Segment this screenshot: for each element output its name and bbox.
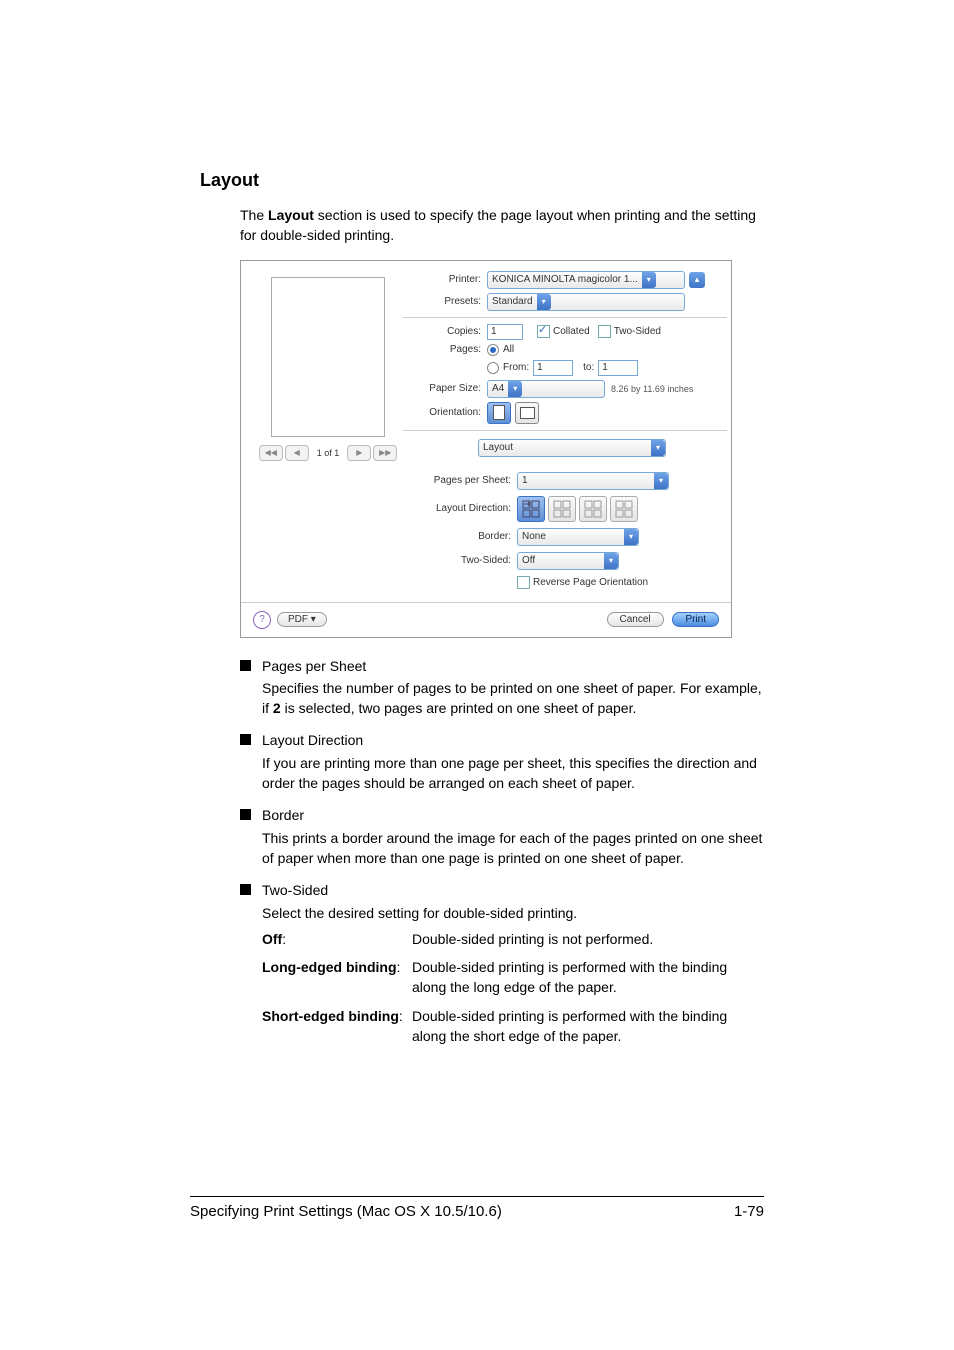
orientation-landscape-button[interactable] (515, 402, 539, 424)
printer-status-button[interactable]: ▴ (689, 272, 705, 288)
two-sided-chk-label: Two-Sided (614, 326, 661, 337)
chevron-down-icon: ▾ (624, 529, 638, 545)
def-off-term: Off: (262, 929, 412, 949)
paper-size-value: A4 (488, 383, 508, 394)
bullet-text: is selected, two pages are printed on on… (281, 700, 637, 716)
printer-label: Printer: (409, 274, 487, 285)
layout-direction-label: Layout Direction: (409, 503, 517, 514)
portrait-icon (493, 405, 505, 420)
pager-last-button[interactable]: ▶▶ (373, 445, 397, 461)
bullet-text: This prints a border around the image fo… (262, 830, 762, 866)
two-sided-checkbox[interactable] (598, 325, 611, 338)
chevron-down-icon: ▾ (604, 553, 618, 569)
reverse-orientation-label: Reverse Page Orientation (533, 577, 648, 588)
presets-value: Standard (488, 296, 537, 307)
layout-dir-icon (553, 500, 571, 518)
def-long-term: Long-edged binding: (262, 957, 412, 998)
panel-value: Layout (479, 442, 651, 453)
two-sided-value: Off (518, 555, 604, 566)
bullet-head: Border (262, 805, 764, 825)
printer-select[interactable]: KONICA MINOLTA magicolor 1... ▾ (487, 271, 685, 289)
bullet-border: Border This prints a border around the i… (240, 805, 764, 868)
pager-count: 1 of 1 (311, 448, 346, 458)
pages-per-sheet-value: 1 (518, 475, 654, 486)
pages-label: Pages: (409, 344, 487, 355)
layout-dir-icon (615, 500, 633, 518)
border-value: None (518, 531, 624, 542)
section-title: Layout (200, 170, 764, 191)
intro-suffix: section is used to specify the page layo… (240, 207, 756, 243)
landscape-icon (520, 407, 535, 419)
layout-dir-icon (522, 500, 540, 518)
presets-label: Presets: (409, 296, 487, 307)
printer-value: KONICA MINOLTA magicolor 1... (488, 274, 642, 285)
bullet-text: If you are printing more than one page p… (262, 755, 757, 791)
chevron-down-icon: ▾ (654, 473, 668, 489)
copies-input[interactable]: 1 (487, 324, 523, 340)
chevron-down-icon: ▾ (508, 381, 522, 397)
def-long-def: Double-sided printing is performed with … (412, 957, 764, 998)
copies-label: Copies: (409, 326, 487, 337)
bullet-text: Select the desired setting for double-si… (262, 905, 577, 921)
pdf-menu-button[interactable]: PDF ▾ (277, 612, 327, 627)
def-short-term: Short-edged binding: (262, 1006, 412, 1047)
two-sided-label: Two-Sided: (409, 555, 517, 566)
collated-checkbox[interactable] (537, 325, 550, 338)
bullet-bold: 2 (273, 700, 281, 716)
preview-pager: ◀◀ ◀ 1 of 1 ▶ ▶▶ (259, 445, 398, 461)
chevron-down-icon: ▾ (537, 294, 551, 310)
pages-to-label: to: (583, 362, 594, 373)
def-off-def: Double-sided printing is not performed. (412, 929, 653, 949)
pages-to-input[interactable]: 1 (598, 360, 638, 376)
pager-prev-button[interactable]: ◀ (285, 445, 309, 461)
intro-bold: Layout (268, 207, 314, 223)
pages-all-label: All (503, 344, 514, 355)
two-sided-select[interactable]: Off ▾ (517, 552, 619, 570)
footer-page-number: 1-79 (734, 1203, 764, 1220)
footer-left: Specifying Print Settings (Mac OS X 10.5… (190, 1203, 502, 1220)
border-label: Border: (409, 531, 517, 542)
bullet-two-sided: Two-Sided Select the desired setting for… (240, 880, 764, 1046)
pager-first-button[interactable]: ◀◀ (259, 445, 283, 461)
pages-all-radio[interactable] (487, 344, 499, 356)
pager-next-button[interactable]: ▶ (347, 445, 371, 461)
bullet-pages-per-sheet: Pages per Sheet Specifies the number of … (240, 656, 764, 719)
layout-dir-2-button[interactable] (548, 496, 576, 522)
pages-per-sheet-label: Pages per Sheet: (409, 475, 517, 486)
pages-range-radio[interactable] (487, 362, 499, 374)
paper-size-label: Paper Size: (409, 383, 487, 394)
page-preview (271, 277, 385, 437)
print-dialog: ◀◀ ◀ 1 of 1 ▶ ▶▶ Printer: KONICA MINOLTA… (240, 260, 732, 638)
bullet-head: Layout Direction (262, 730, 764, 750)
pages-from-input[interactable]: 1 (533, 360, 573, 376)
cancel-button[interactable]: Cancel (607, 612, 664, 627)
presets-select[interactable]: Standard ▾ (487, 293, 685, 311)
collated-label: Collated (553, 326, 590, 337)
orientation-portrait-button[interactable] (487, 402, 511, 424)
layout-dir-icon (584, 500, 602, 518)
layout-dir-1-button[interactable] (517, 496, 545, 522)
intro-text: The Layout section is used to specify th… (240, 205, 764, 246)
orientation-label: Orientation: (409, 407, 487, 418)
panel-select[interactable]: Layout ▾ (478, 439, 666, 457)
layout-dir-3-button[interactable] (579, 496, 607, 522)
border-select[interactable]: None ▾ (517, 528, 639, 546)
layout-dir-4-button[interactable] (610, 496, 638, 522)
paper-size-dim: 8.26 by 11.69 inches (605, 384, 693, 394)
intro-prefix: The (240, 207, 268, 223)
reverse-orientation-checkbox[interactable] (517, 576, 530, 589)
chevron-down-icon: ▾ (651, 440, 665, 456)
bullet-layout-direction: Layout Direction If you are printing mor… (240, 730, 764, 793)
bullet-head: Two-Sided (262, 880, 764, 900)
paper-size-select[interactable]: A4 ▾ (487, 380, 605, 398)
pages-from-label: From: (503, 362, 529, 373)
chevron-down-icon: ▾ (642, 272, 656, 288)
pages-per-sheet-select[interactable]: 1 ▾ (517, 472, 669, 490)
print-button[interactable]: Print (672, 612, 719, 627)
def-short-def: Double-sided printing is performed with … (412, 1006, 764, 1047)
help-button[interactable]: ? (253, 611, 271, 629)
bullet-head: Pages per Sheet (262, 656, 764, 676)
